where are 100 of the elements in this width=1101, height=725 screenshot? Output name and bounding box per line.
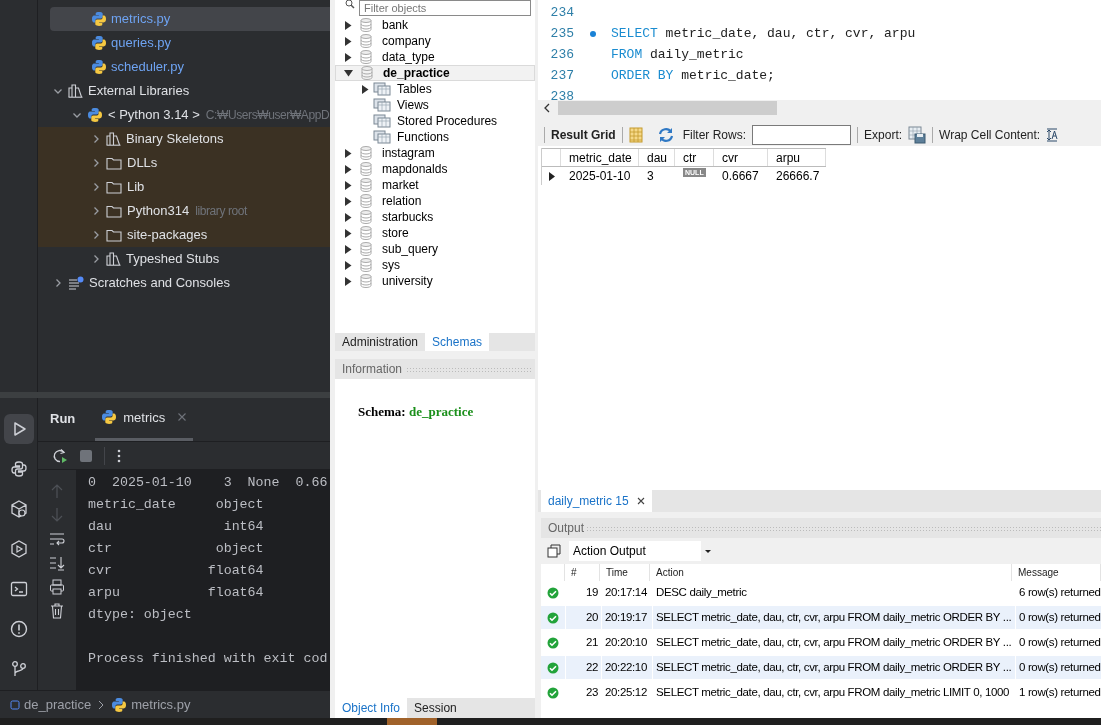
schema-item[interactable]: sys [335, 257, 535, 273]
schema-item[interactable]: store [335, 225, 535, 241]
table-cell-text: 23 [585, 684, 598, 700]
console-line: dau int64 [88, 518, 265, 536]
copy-icon[interactable] [547, 544, 561, 558]
python-icon [91, 35, 107, 51]
search-field[interactable]: Filter objects [359, 0, 531, 16]
schema-object-item[interactable]: Views [335, 97, 535, 113]
tree-item[interactable]: DLLs [38, 151, 330, 175]
library-icon [106, 252, 121, 266]
table-cell-text: SELECT metric_date, dau, ctr, cvr, arpu FROM daily_metric ORDER BY ... [656, 659, 1012, 675]
run-icon[interactable] [3, 414, 34, 444]
tree-item[interactable]: Typeshed Stubs [38, 247, 330, 271]
output-type-dropdown[interactable]: Action Output [569, 541, 715, 561]
chevron-right-icon[interactable] [91, 158, 101, 168]
tree-item[interactable]: site-packages [38, 223, 330, 247]
schema-item[interactable]: de_practice [335, 65, 535, 81]
schema-item[interactable]: bank [335, 17, 535, 33]
schema-item[interactable]: data_type [335, 49, 535, 65]
refresh-icon[interactable] [656, 127, 675, 143]
database-icon [360, 194, 372, 208]
chevron-right-icon[interactable] [91, 230, 101, 240]
schema-item[interactable]: mapdonalds [335, 161, 535, 177]
run-tab[interactable]: metrics [95, 407, 194, 441]
column-header[interactable]: Time [606, 567, 628, 578]
chevron-right-icon[interactable] [53, 278, 63, 288]
schema-object-item[interactable]: Functions [335, 129, 535, 145]
print-icon[interactable] [49, 578, 65, 596]
tree-item[interactable]: scheduler.py [50, 55, 330, 79]
breadcrumb-item[interactable]: de_practice [10, 694, 92, 715]
tree-item[interactable]: Scratches and Consoles [38, 271, 330, 295]
wrap-text-icon[interactable] [1046, 128, 1059, 142]
table-cell-text: 20 [585, 609, 598, 625]
soft-wrap-icon[interactable] [49, 530, 65, 548]
triangle-down-icon[interactable] [344, 69, 353, 77]
close-icon[interactable] [636, 497, 645, 505]
database-icon [360, 178, 372, 192]
tree-item[interactable]: metrics.py [50, 7, 330, 31]
panel-tab[interactable]: Schemas [425, 333, 490, 351]
schema-object-item[interactable]: Tables [335, 81, 535, 97]
schema-item[interactable]: sub_query [335, 241, 535, 257]
tree-item[interactable]: Lib [38, 175, 330, 199]
schema-item[interactable]: company [335, 33, 535, 49]
object-group-icon [373, 130, 391, 144]
triangle-right-icon[interactable] [361, 84, 369, 94]
database-icon [360, 210, 372, 224]
tree-item[interactable]: External Libraries [38, 79, 330, 103]
schema-item[interactable]: university [335, 273, 535, 289]
section-title: Information [342, 361, 403, 378]
breadcrumb-item[interactable]: metrics.py [111, 694, 191, 715]
item-label: Binary Skeletons [126, 130, 224, 149]
scroll-to-end-icon[interactable] [49, 554, 65, 572]
chevron-down-icon[interactable] [72, 110, 82, 120]
chevron-right-icon[interactable] [91, 134, 101, 144]
code-line: ORDER BY metric_date; [611, 66, 775, 85]
schema-object-item[interactable]: Stored Procedures [335, 113, 535, 129]
tree-item[interactable]: Python314 library root [38, 199, 330, 223]
scratches-icon [68, 276, 84, 290]
line-number: 238 [549, 87, 574, 100]
schema-item[interactable]: market [335, 177, 535, 193]
database-icon [360, 162, 372, 176]
schema-item[interactable]: relation [335, 193, 535, 209]
line-number: 237 [549, 66, 574, 85]
table-cell-text: SELECT metric_date, dau, ctr, cvr, arpu FROM daily_metric LIMIT 0, 1000 [656, 684, 1010, 700]
more-icon[interactable] [117, 448, 121, 463]
item-label: < Python 3.14 > [108, 106, 200, 125]
chevron-down-icon[interactable] [53, 86, 63, 96]
panel-tab[interactable]: Administration [335, 333, 426, 351]
column-header[interactable]: Message [1018, 567, 1059, 578]
tree-item[interactable]: Binary Skeletons [38, 127, 330, 151]
schema-info: Schema: de_practice [358, 403, 475, 421]
wrap-label: Wrap Cell Content: [939, 127, 1041, 144]
tree-item[interactable]: < Python 3.14 > C:₩Users₩user₩AppD [38, 103, 330, 127]
database-icon [361, 66, 373, 80]
current-row-icon [548, 171, 555, 181]
schema-item[interactable]: instagram [335, 145, 535, 161]
schema-item[interactable]: starbucks [335, 209, 535, 225]
column-header[interactable]: Action [656, 567, 684, 578]
tree-item[interactable]: queries.py [50, 31, 330, 55]
export-icon[interactable] [908, 126, 927, 144]
database-icon [360, 242, 372, 256]
chevron-right-icon[interactable] [91, 182, 101, 192]
chevron-right-icon[interactable] [91, 254, 101, 264]
library-icon [106, 132, 121, 146]
panel-tab[interactable]: Session [407, 698, 464, 718]
console-line: dtype: object [88, 606, 193, 624]
panel-tab[interactable]: Object Info [335, 698, 408, 718]
result-grid-label: Result Grid [551, 127, 616, 144]
trash-icon[interactable] [49, 602, 65, 620]
filter-rows-field[interactable] [752, 125, 852, 145]
column-header[interactable]: # [571, 567, 577, 578]
chevron-right-icon[interactable] [91, 206, 101, 216]
section-title: Output [548, 520, 585, 537]
rerun-icon[interactable] [52, 447, 68, 464]
stop-icon[interactable] [80, 449, 92, 462]
item-label: Lib [127, 178, 145, 197]
editor-tab[interactable]: daily_metric 15 [541, 490, 652, 512]
object-group-icon [373, 82, 391, 96]
database-icon [360, 226, 372, 240]
table-cell-text: 22 [585, 659, 598, 675]
